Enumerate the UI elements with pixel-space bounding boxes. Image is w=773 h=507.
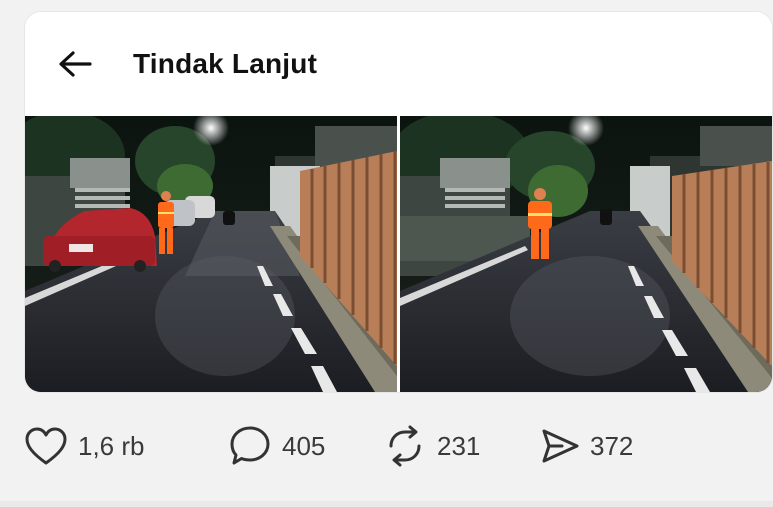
page-title: Tindak Lanjut <box>133 48 318 79</box>
comment-icon <box>230 426 270 465</box>
photo-street-with-car[interactable] <box>25 116 397 392</box>
photo-grid <box>25 116 772 392</box>
street-photo-image <box>400 116 772 392</box>
arrow-left-icon <box>59 51 92 77</box>
share-button[interactable]: 372 <box>540 424 633 468</box>
send-icon <box>542 429 579 463</box>
reply-button[interactable]: 405 <box>228 424 325 468</box>
post-header: Tindak Lanjut <box>25 12 772 116</box>
share-count: 372 <box>590 430 634 461</box>
bottom-divider <box>0 501 773 507</box>
street-photo-image <box>25 116 397 392</box>
repost-icon <box>389 425 421 467</box>
repost-count: 231 <box>437 430 481 461</box>
repost-button[interactable]: 231 <box>383 424 480 468</box>
photo-street-officer[interactable] <box>400 116 772 392</box>
back-button[interactable] <box>53 42 97 86</box>
post-action-bar: 1,6 rb 405 231 372 <box>0 400 773 490</box>
reply-count: 405 <box>282 430 326 461</box>
like-button[interactable]: 1,6 rb <box>24 424 145 468</box>
heart-icon <box>25 427 67 465</box>
like-count: 1,6 rb <box>78 430 145 461</box>
post-card: Tindak Lanjut <box>25 12 772 392</box>
